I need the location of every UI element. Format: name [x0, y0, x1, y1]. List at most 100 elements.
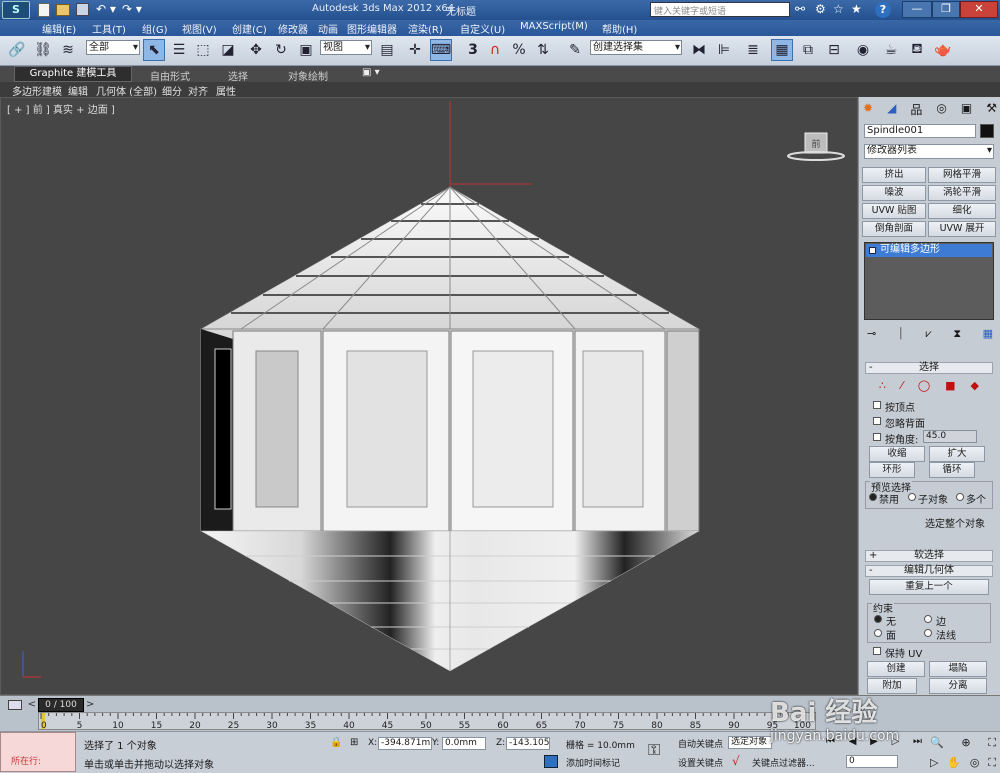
mod-uvw-map-button[interactable]: UVW 贴图 [862, 203, 926, 219]
preserve-uv-checkbox[interactable] [873, 647, 881, 655]
ribbon-tab-graphite[interactable]: Graphite 建模工具 [14, 66, 132, 82]
modifier-stack[interactable]: 可编辑多边形 [864, 242, 994, 320]
unlink-icon[interactable]: ⛓ [32, 39, 54, 61]
align-icon[interactable]: ⊫ [713, 39, 735, 61]
configure-sets-icon[interactable]: ▦ [983, 327, 993, 341]
remove-modifier-icon[interactable]: ⧗ [953, 327, 961, 341]
spinner-snap-icon[interactable]: ⇅ [532, 39, 554, 61]
create-button[interactable]: 创建 [867, 661, 925, 677]
binoculars-icon[interactable]: ⚯ [795, 2, 805, 16]
curve-editor-icon[interactable]: ⧉ [797, 39, 819, 61]
time-slider-prev[interactable]: < [0, 698, 36, 712]
edit-named-selection-icon[interactable]: ✎ [564, 39, 586, 61]
maxscript-listener[interactable]: 所在行: [0, 732, 76, 772]
menu-modifiers[interactable]: 修改器 [278, 21, 308, 36]
edit-geometry-rollout-header[interactable]: - 编辑几何体 [865, 565, 993, 577]
select-and-link-icon[interactable]: 🔗 [6, 39, 28, 61]
track-bar[interactable]: 0 5 10 15 20 25 30 35 40 45 50 55 60 65 70 75 80 85 90 95 10… [38, 712, 816, 731]
panel-properties[interactable]: 属性 [216, 83, 236, 98]
zoom-all-icon[interactable]: ⊕ [961, 736, 970, 750]
go-to-end-icon[interactable]: ⏭ [913, 736, 922, 747]
mod-turbosmooth-button[interactable]: 涡轮平滑 [928, 185, 996, 201]
panel-edit[interactable]: 编辑 [68, 83, 88, 98]
window-crossing-icon[interactable]: ◪ [217, 39, 239, 61]
key-mode-dropdown[interactable]: 选定对象 [728, 736, 772, 749]
select-and-manipulate-icon[interactable]: ✛ [404, 39, 426, 61]
mod-noise-button[interactable]: 噪波 [862, 185, 926, 201]
selection-lock-icon[interactable]: 🔒 [330, 737, 342, 748]
y-coord-field[interactable]: 0.0mm [442, 737, 486, 750]
display-tab-icon[interactable]: ▣ [961, 101, 972, 117]
schematic-view-icon[interactable]: ⊟ [823, 39, 845, 61]
mod-unwrap-uvw-button[interactable]: UVW 展开 [928, 221, 996, 237]
field-of-view-icon[interactable]: ▷ [930, 756, 938, 770]
by-angle-spinner[interactable]: 45.0 [923, 430, 977, 443]
menu-views[interactable]: 视图(V) [182, 21, 217, 36]
auto-key-label[interactable]: 自动关键点 [678, 737, 723, 750]
help-search-box[interactable]: 键入关键字或短语 [650, 2, 790, 17]
select-and-scale-icon[interactable]: ▣ [295, 39, 317, 61]
app-logo-icon[interactable]: S [2, 1, 30, 19]
repeat-last-button[interactable]: 重复上一个 [869, 579, 989, 595]
stack-item-editable-poly[interactable]: 可编辑多边形 [866, 244, 992, 257]
selection-rollout-header[interactable]: - 选择 [865, 362, 993, 374]
loop-button[interactable]: 循环 [929, 462, 975, 478]
select-and-move-icon[interactable]: ✥ [245, 39, 267, 61]
mod-meshsmooth-button[interactable]: 网格平滑 [928, 167, 996, 183]
object-name-field[interactable]: Spindle001 [864, 124, 976, 138]
constraint-face-radio[interactable] [874, 629, 882, 637]
orbit-icon[interactable]: ◎ [970, 756, 980, 770]
selection-filter-dropdown[interactable]: 全部 [86, 40, 140, 55]
grow-button[interactable]: 扩大 [929, 446, 985, 462]
select-and-rotate-icon[interactable]: ↻ [270, 39, 292, 61]
collapse-button[interactable]: 塌陷 [929, 661, 987, 677]
close-button[interactable]: ✕ [960, 1, 998, 18]
polygon-level-icon[interactable]: ■ [945, 379, 955, 392]
menu-create[interactable]: 创建(C) [232, 21, 267, 36]
edge-level-icon[interactable]: ⁄ [901, 379, 903, 392]
menu-group[interactable]: 组(G) [142, 21, 168, 36]
help-icon[interactable]: ? [875, 2, 891, 18]
undo-icon[interactable]: ↶ ▾ [96, 2, 116, 16]
key-filters-button[interactable]: 关键点过滤器... [752, 756, 815, 769]
mirror-icon[interactable]: ⧓ [688, 39, 710, 61]
material-editor-icon[interactable]: ◉ [852, 39, 874, 61]
redo-icon[interactable]: ↷ ▾ [122, 2, 142, 16]
favorites-icon[interactable]: ★ [851, 2, 862, 16]
ribbon-tab-freeform[interactable]: 自由形式 [150, 68, 190, 83]
pivot-center-icon[interactable]: ▤ [376, 39, 398, 61]
by-vertex-checkbox[interactable] [873, 401, 881, 409]
zoom-extents-icon[interactable]: ⛶ [988, 736, 996, 750]
panel-geometry-all[interactable]: 几何体 (全部) [96, 83, 157, 98]
hierarchy-tab-icon[interactable]: 品 [910, 101, 922, 117]
menu-maxscript[interactable]: MAXScript(M) [520, 21, 588, 32]
panel-align[interactable]: 对齐 [188, 83, 208, 98]
current-frame-field[interactable]: 0 [846, 755, 898, 768]
z-coord-field[interactable]: -143.105m [506, 737, 550, 750]
preview-off-radio[interactable] [869, 493, 877, 501]
create-tab-icon[interactable]: ✹ [863, 101, 873, 117]
show-end-result-icon[interactable]: ⏐ [898, 327, 904, 341]
modifier-list-dropdown[interactable]: 修改器列表 ▾ [864, 144, 994, 159]
render-production-icon[interactable]: 🫖 [932, 39, 954, 61]
time-slider-next[interactable]: > [86, 698, 100, 712]
restore-button[interactable]: ❐ [932, 1, 960, 18]
mod-extrude-button[interactable]: 挤出 [862, 167, 926, 183]
soft-selection-rollout-header[interactable]: + 软选择 [865, 550, 993, 562]
by-angle-checkbox[interactable] [873, 433, 881, 441]
preview-multi-radio[interactable] [956, 493, 964, 501]
x-coord-field[interactable]: -394.871m [378, 737, 432, 750]
preview-subobject-radio[interactable] [908, 493, 916, 501]
constraint-none-radio[interactable] [874, 615, 882, 623]
menu-rendering[interactable]: 渲染(R) [408, 21, 443, 36]
ignore-backfacing-checkbox[interactable] [873, 417, 881, 425]
ribbon-options-icon[interactable]: ▣ ▾ [362, 67, 380, 78]
utilities-tab-icon[interactable]: ⚒ [986, 101, 997, 117]
ribbon-tab-object-paint[interactable]: 对象绘制 [288, 68, 328, 83]
ribbon-tab-selection[interactable]: 选择 [228, 68, 248, 83]
rendered-frame-window-icon[interactable]: ⛾ [906, 39, 928, 61]
bind-space-warp-icon[interactable]: ≋ [57, 39, 79, 61]
time-slider[interactable]: 0 / 100 [38, 698, 84, 712]
snaps-toggle-icon[interactable]: 3 [462, 39, 484, 61]
set-key-label[interactable]: 设置关键点 [678, 756, 723, 769]
